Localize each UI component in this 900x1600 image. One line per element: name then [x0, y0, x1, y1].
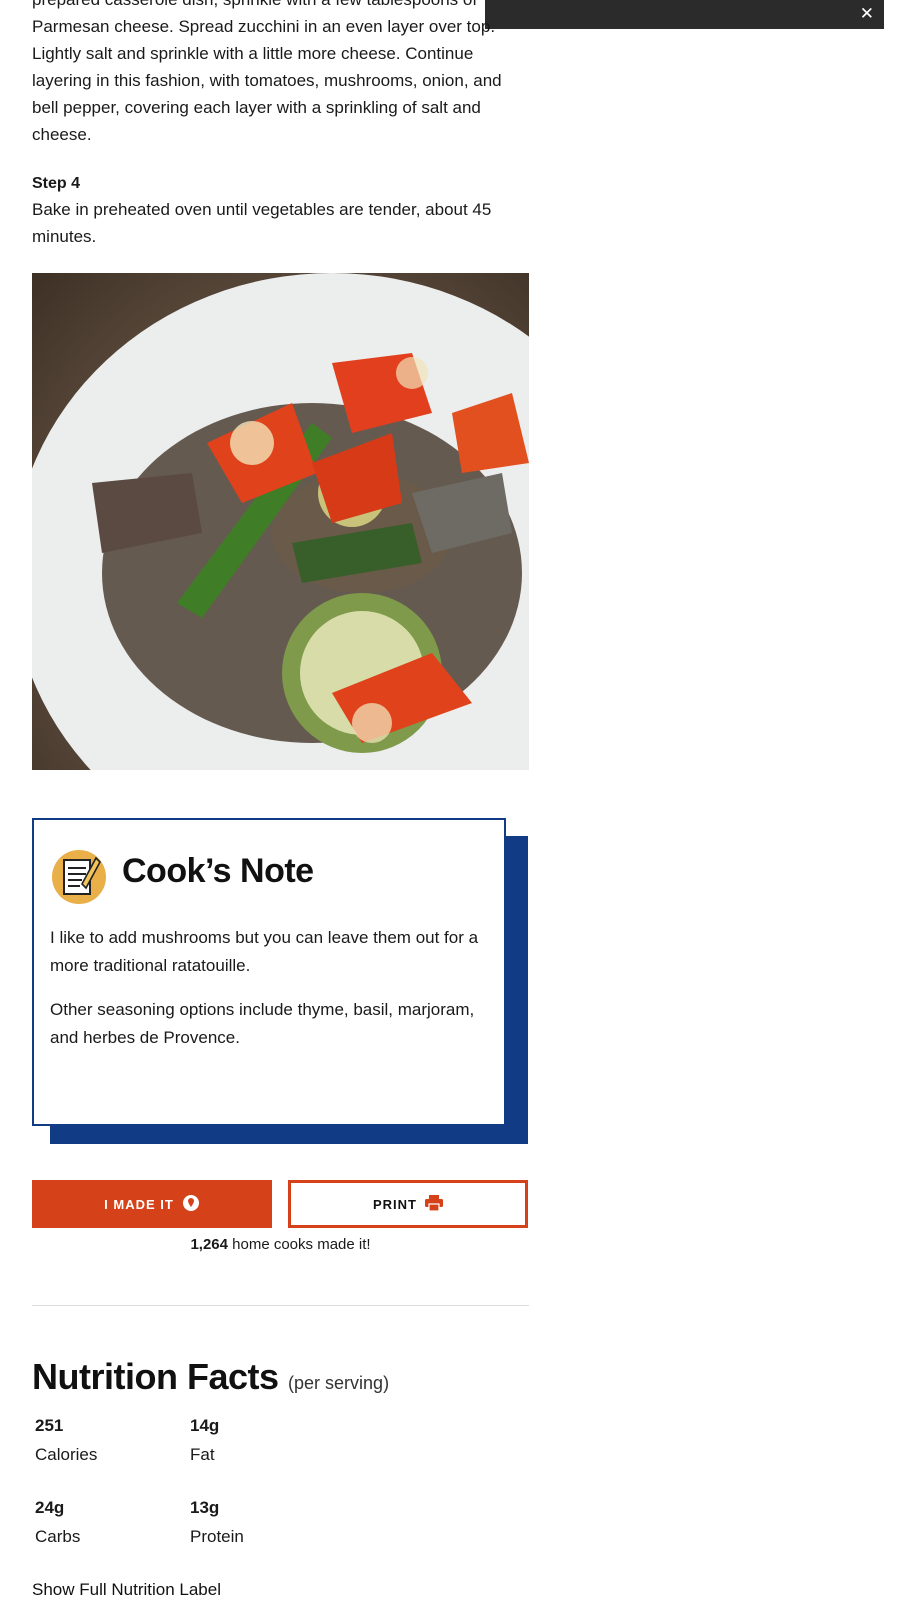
- nutrition-item-calories: 251 Calories: [35, 1412, 97, 1470]
- step-3-text-partial: prepared casserole dish, sprinkle with a…: [32, 0, 530, 13]
- cooks-note-card: Cook’s Note I like to add mushrooms but …: [32, 818, 506, 1126]
- cooks-note-paragraph: I like to add mushrooms but you can leav…: [50, 928, 479, 975]
- nutrition-facts-heading: Nutrition Facts: [32, 1356, 279, 1397]
- printer-icon: [425, 1194, 443, 1214]
- nutrition-facts-subtitle: (per serving): [288, 1373, 390, 1393]
- nutrition-label: Fat: [190, 1445, 215, 1464]
- nutrition-item-protein: 13g Protein: [190, 1494, 244, 1552]
- top-overlay-bar: ✕: [485, 0, 884, 29]
- nutrition-label: Calories: [35, 1445, 98, 1464]
- print-button[interactable]: PRINT: [288, 1180, 528, 1228]
- cooks-note-title: Cook’s Note: [122, 852, 314, 890]
- nutrition-value: 251: [35, 1416, 64, 1435]
- nutrition-item-carbs: 24g Carbs: [35, 1494, 80, 1552]
- cooks-note-paragraph: Other seasoning options include thyme, b…: [50, 1000, 475, 1047]
- divider: [32, 1305, 529, 1306]
- nutrition-value: 24g: [35, 1498, 65, 1517]
- made-it-count: 1,264 home cooks made it!: [32, 1236, 529, 1253]
- cooks-note-body: I like to add mushrooms but you can leav…: [50, 924, 490, 1068]
- made-it-count-number: 1,264: [190, 1236, 228, 1253]
- nutrition-item-fat: 14g Fat: [190, 1412, 219, 1470]
- location-pin-icon: [182, 1194, 200, 1215]
- nutrition-value: 14g: [190, 1416, 220, 1435]
- step-3-text: Parmesan cheese. Spread zucchini in an e…: [32, 17, 502, 144]
- close-icon[interactable]: ✕: [860, 3, 874, 25]
- step-4-title: Step 4: [32, 175, 81, 192]
- nutrition-facts-title: Nutrition Facts (per serving): [32, 1356, 389, 1398]
- nutrition-value: 13g: [190, 1498, 220, 1517]
- i-made-it-label: I MADE IT: [104, 1196, 174, 1212]
- ratatouille-illustration: [32, 273, 529, 770]
- nutrition-label: Carbs: [35, 1527, 81, 1546]
- i-made-it-button[interactable]: I MADE IT: [32, 1180, 272, 1228]
- nutrition-label: Protein: [190, 1527, 244, 1546]
- made-it-count-suffix: home cooks made it!: [227, 1236, 371, 1253]
- notepad-pencil-icon: [52, 850, 106, 904]
- show-full-nutrition-link[interactable]: Show Full Nutrition Label: [32, 1580, 221, 1600]
- recipe-photo[interactable]: [32, 273, 529, 770]
- print-label: PRINT: [373, 1196, 417, 1212]
- step-4-text: Bake in preheated oven until vegetables …: [32, 200, 492, 246]
- recipe-directions: prepared casserole dish, sprinkle with a…: [32, 0, 530, 250]
